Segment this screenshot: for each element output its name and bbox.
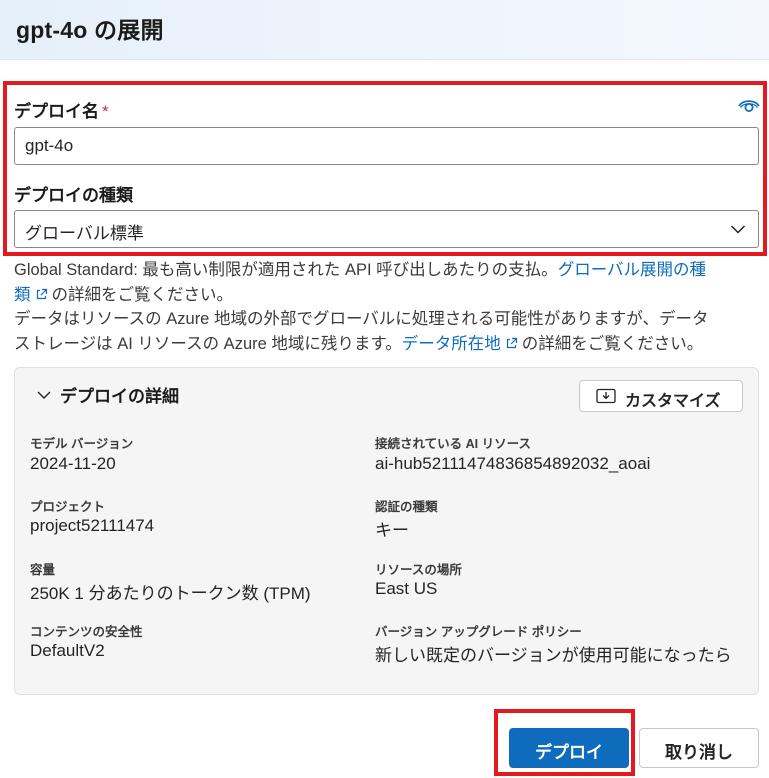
deploy-type-label: デプロイの種類 [14, 186, 133, 205]
field-value: ai-hub52111474836854892032_aoai [375, 454, 651, 473]
deploy-name-label-text: デプロイ名 [14, 102, 99, 121]
description-text-4: ストレージは AI リソースの Azure 地域に残ります。 [14, 334, 402, 353]
description-text-2: の詳細をご覧ください。 [51, 285, 234, 304]
field-label: 接続されている AI リソース [375, 437, 531, 451]
deploy-button[interactable]: デプロイ [509, 728, 629, 768]
global-deploy-link-cont[interactable]: 類 [14, 286, 31, 304]
field-value: キー [375, 521, 409, 540]
customize-button[interactable]: カスタマイズ [579, 380, 743, 412]
external-link-icon [506, 337, 517, 348]
deploy-type-description: Global Standard: 最も高い制限が適用された API 呼び出しあた… [14, 258, 759, 356]
field-value: 2024-11-20 [30, 454, 116, 473]
field-value: East US [375, 579, 438, 598]
chevron-down-icon[interactable] [37, 390, 51, 400]
field-value: 250K 1 分あたりのトークン数 (TPM) [30, 584, 311, 603]
field-label: コンテンツの安全性 [30, 625, 143, 639]
page-title: gpt-4o の展開 [16, 17, 164, 43]
field-label: 認証の種類 [375, 500, 438, 514]
chevron-down-icon [730, 225, 746, 234]
deploy-name-label: デプロイ名 * [14, 97, 109, 122]
field-label: リソースの場所 [375, 563, 462, 577]
field-value: project52111474 [30, 516, 155, 535]
description-text: Global Standard: 最も高い制限が適用された API 呼び出しあた… [14, 261, 558, 279]
customize-label: カスタマイズ [625, 393, 721, 410]
required-mark: * [102, 102, 109, 121]
field-label: プロジェクト [30, 500, 106, 514]
cancel-button[interactable]: 取り消し [639, 728, 759, 768]
field-value: DefaultV2 [30, 641, 105, 660]
deploy-type-select[interactable]: グローバル標準 [14, 210, 759, 248]
panel-header: gpt-4o の展開 [0, 0, 769, 60]
deploy-name-input[interactable]: gpt-4o [14, 127, 759, 165]
field-label: バージョン アップグレード ポリシー [375, 625, 582, 639]
deploy-type-value: グローバル標準 [25, 224, 144, 243]
field-value: 新しい既定のバージョンが使用可能になったら [375, 646, 732, 665]
details-title[interactable]: デプロイの詳細 [60, 382, 179, 407]
description-text-3: データはリソースの Azure 地域の外部でグローバルに処理される可能性がありま… [14, 310, 709, 328]
description-text-5: の詳細をご覧ください。 [521, 334, 704, 353]
customize-icon [596, 388, 616, 404]
field-label: モデル バージョン [30, 437, 134, 451]
eye-icon[interactable] [738, 98, 760, 114]
global-deploy-link[interactable]: グローバル展開の種 [558, 261, 706, 279]
data-residency-link[interactable]: データ所在地 [402, 335, 501, 353]
field-label: 容量 [30, 563, 56, 577]
external-link-icon [36, 288, 47, 299]
